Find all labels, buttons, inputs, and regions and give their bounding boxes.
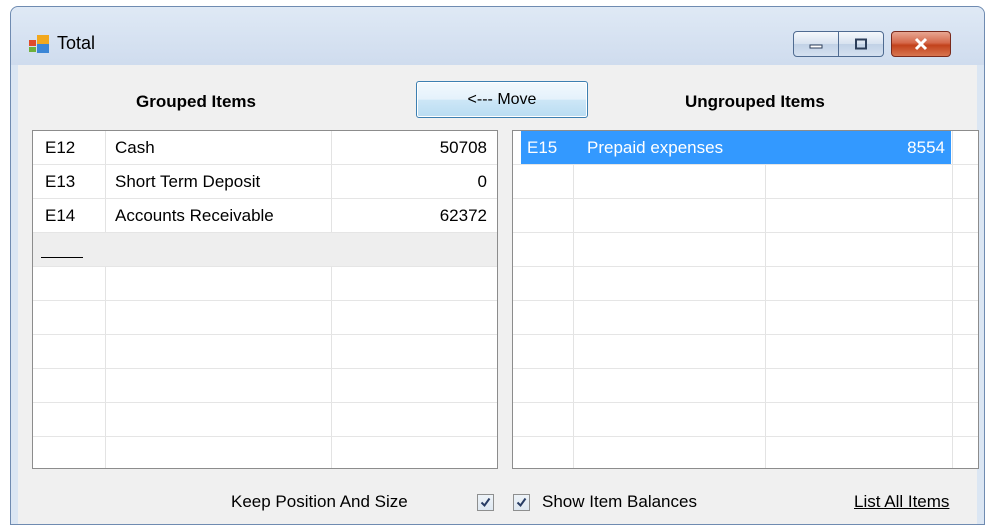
- empty-row: [513, 233, 978, 267]
- item-code: E13: [45, 172, 76, 191]
- table-row[interactable]: E13 Short Term Deposit 0: [33, 165, 497, 199]
- item-value: 8554: [907, 138, 945, 157]
- table-row[interactable]: E14 Accounts Receivable 62372: [33, 199, 497, 233]
- minimize-button[interactable]: [793, 31, 839, 57]
- maximize-button[interactable]: [838, 31, 884, 57]
- empty-row: [33, 267, 497, 301]
- empty-row: [513, 437, 978, 468]
- empty-row: [33, 335, 497, 369]
- empty-row: [513, 335, 978, 369]
- new-row-caret: [41, 257, 83, 258]
- ungrouped-items-heading: Ungrouped Items: [685, 92, 825, 111]
- total-window: Total Grouped Items <--- Move Ungrouped …: [10, 6, 985, 525]
- window-title: Total: [57, 33, 96, 53]
- options-bar: Keep Position And Size Show Item Balance…: [18, 490, 977, 520]
- app-window-icon: [29, 35, 49, 53]
- keep-position-checkbox[interactable]: [477, 494, 494, 511]
- maximize-icon: [855, 38, 867, 50]
- item-name: Short Term Deposit: [115, 172, 261, 191]
- keep-position-label: Keep Position And Size: [231, 492, 408, 511]
- empty-row: [513, 165, 978, 199]
- empty-row: [513, 267, 978, 301]
- empty-row: [33, 301, 497, 335]
- ungrouped-items-grid[interactable]: E15 Prepaid expenses 8554: [512, 130, 979, 469]
- item-code: E15: [527, 138, 558, 157]
- new-row[interactable]: [33, 233, 497, 267]
- minimize-icon: [809, 44, 823, 49]
- empty-row: [513, 369, 978, 403]
- table-row-selected[interactable]: E15 Prepaid expenses 8554: [513, 131, 978, 165]
- title-bar[interactable]: Total: [11, 7, 984, 65]
- client-area: Grouped Items <--- Move Ungrouped Items …: [18, 65, 979, 524]
- item-value: 50708: [439, 138, 487, 157]
- item-name: Cash: [115, 138, 155, 157]
- empty-row: [33, 403, 497, 437]
- list-all-items-link[interactable]: List All Items: [854, 492, 949, 512]
- empty-row: [513, 301, 978, 335]
- item-code: E14: [45, 206, 76, 225]
- grouped-items-heading: Grouped Items: [136, 92, 256, 111]
- empty-row: [33, 369, 497, 403]
- item-name: Accounts Receivable: [115, 206, 274, 225]
- empty-row: [513, 199, 978, 233]
- item-name: Prepaid expenses: [587, 138, 724, 157]
- show-balances-checkbox[interactable]: [513, 494, 530, 511]
- empty-row: [33, 437, 497, 468]
- close-button[interactable]: [891, 31, 951, 57]
- table-row[interactable]: E12 Cash 50708: [33, 131, 497, 165]
- checkmark-icon: [516, 497, 527, 508]
- item-value: 0: [477, 172, 487, 191]
- item-code: E12: [45, 138, 76, 157]
- grouped-items-grid[interactable]: E12 Cash 50708 E13 Short Term Deposit 0 …: [32, 130, 498, 469]
- close-icon: [914, 37, 928, 51]
- empty-row: [513, 403, 978, 437]
- checkmark-icon: [480, 497, 491, 508]
- move-button[interactable]: <--- Move: [416, 81, 588, 118]
- show-balances-label: Show Item Balances: [542, 492, 697, 511]
- item-value: 62372: [439, 206, 487, 225]
